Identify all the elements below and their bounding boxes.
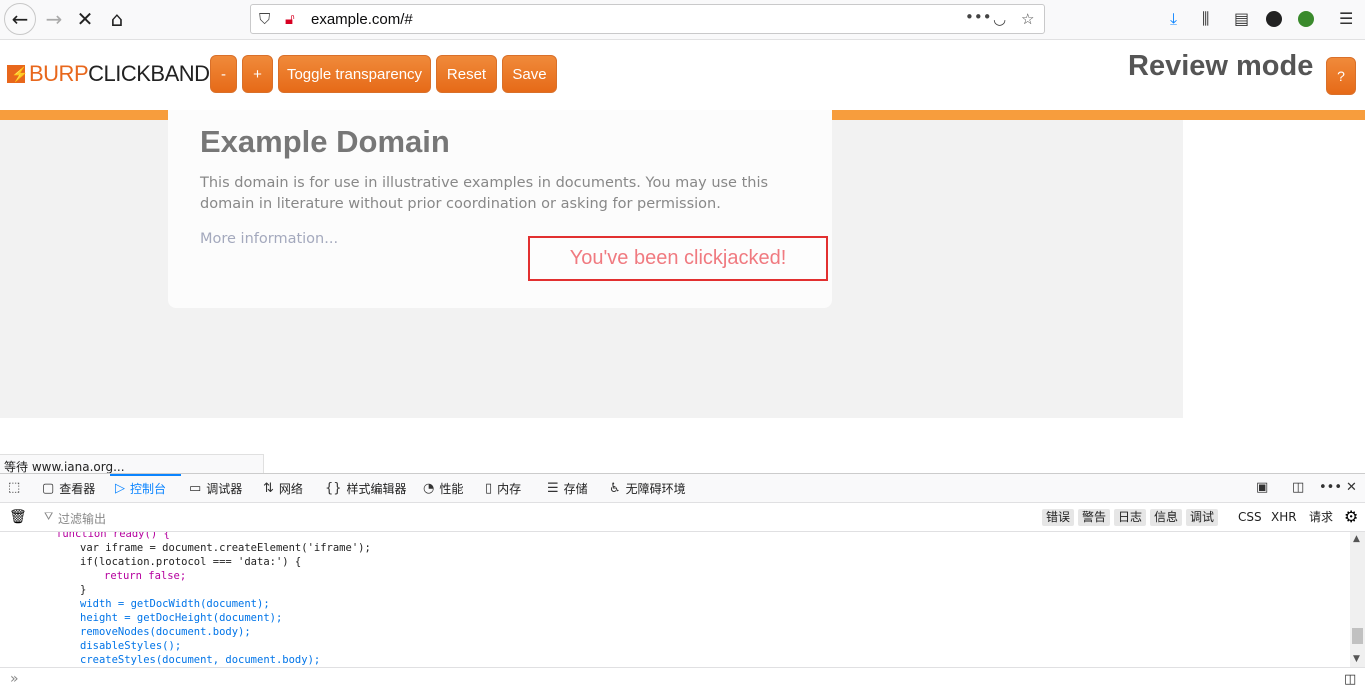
filter-errors[interactable]: 错误: [1042, 509, 1075, 526]
memory-chip-icon: ▯: [485, 481, 493, 496]
back-button[interactable]: ←: [4, 3, 36, 35]
code-line: height = getDocHeight(document);: [80, 612, 283, 624]
console-input[interactable]: » ◫: [0, 667, 1365, 691]
network-icon: ⇅: [263, 481, 274, 496]
code-line: var iframe = document.createElement('ifr…: [80, 542, 371, 554]
console-filter-bar: 🗑︎ ⛛ 过滤输出 错误 警告 日志 信息 调试 CSS XHR 请求 ⚙: [0, 503, 1365, 532]
prompt-chevron-icon: »: [10, 671, 19, 687]
element-picker-icon[interactable]: ⬚: [8, 480, 20, 495]
more-info-link[interactable]: More information...: [200, 231, 338, 247]
reset-button[interactable]: Reset: [436, 55, 497, 93]
tab-inspector[interactable]: ▢ 查看器: [42, 480, 95, 497]
filter-debug[interactable]: 调试: [1186, 509, 1219, 526]
logo-text-burp: BURP: [29, 61, 89, 86]
console-scrollbar[interactable]: ▲ ▼: [1350, 532, 1365, 667]
tab-style-editor[interactable]: {} 样式编辑器: [325, 480, 407, 497]
code-line: if(location.protocol === 'data:') {: [80, 556, 302, 568]
shield-icon[interactable]: ⛉: [259, 10, 270, 28]
logo-text-clickbandit: CLICKBANDIT: [88, 61, 229, 86]
code-line: disableStyles();: [80, 640, 182, 652]
save-button[interactable]: Save: [502, 55, 557, 93]
toggle-transparency-button[interactable]: Toggle transparency: [278, 55, 431, 93]
devtools-tabbar: ⬚ ▢ 查看器 ▷ 控制台 ▭ 调试器 ⇅ 网络 {} 样式编辑器 ◔ 性能 ▯ 内存 ☰ 存储…: [0, 474, 1365, 503]
accessibility-icon: ♿︎: [609, 481, 621, 496]
active-tab-indicator: [110, 474, 181, 476]
filter-logs[interactable]: 日志: [1114, 509, 1147, 526]
inspector-icon: ▢: [42, 481, 55, 496]
home-button[interactable]: ⌂: [101, 4, 133, 34]
settings-gear-icon[interactable]: ⚙: [1344, 507, 1358, 526]
lightning-logo-icon: ⚡: [7, 65, 28, 83]
filter-funnel-icon: ⛛: [44, 510, 54, 523]
clickbandit-logo: ⚡ BURP CLICKBANDIT: [7, 61, 229, 86]
trash-icon[interactable]: 🗑︎: [9, 509, 27, 525]
back-arrow-icon: ←: [11, 7, 29, 31]
scroll-thumb[interactable]: [1352, 628, 1363, 644]
code-line: function ready() {: [56, 532, 170, 540]
debugger-icon: ▭: [189, 481, 202, 496]
filter-input[interactable]: 过滤输出: [58, 510, 106, 527]
clickbandit-header: ⚡ BURP CLICKBANDIT - + Toggle transparenc…: [0, 40, 1365, 110]
page-description: This domain is for use in illustrative e…: [200, 175, 769, 212]
more-options-icon[interactable]: •••: [1319, 480, 1342, 495]
tab-memory[interactable]: ▯ 内存: [485, 480, 521, 497]
url-bar[interactable]: ⛉ 🔓︎ example.com/# ••• ◡ ☆: [250, 4, 1045, 34]
console-icon: ▷: [115, 481, 125, 496]
tab-console[interactable]: ▷ 控制台: [115, 480, 166, 497]
tab-accessibility[interactable]: ♿︎ 无障碍环境: [609, 480, 686, 497]
storage-icon: ☰: [547, 481, 559, 496]
stop-button[interactable]: ✕: [69, 4, 101, 34]
home-icon: ⌂: [110, 7, 124, 31]
filter-info[interactable]: 信息: [1150, 509, 1183, 526]
braces-icon: {}: [325, 481, 342, 496]
help-button[interactable]: ?: [1326, 57, 1356, 95]
devtools-panel: ⬚ ▢ 查看器 ▷ 控制台 ▭ 调试器 ⇅ 网络 {} 样式编辑器 ◔ 性能 ▯ 内存 ☰ 存储…: [0, 473, 1365, 691]
download-icon[interactable]: ⤓: [1170, 9, 1177, 29]
page-title: Example Domain: [200, 124, 450, 159]
zoom-out-button[interactable]: -: [210, 55, 237, 93]
status-text: 等待 www.iana.org...: [0, 454, 264, 474]
review-mode-label: Review mode: [1128, 50, 1314, 82]
editor-mode-icon[interactable]: ◫: [1344, 672, 1356, 687]
stop-x-icon: ✕: [76, 7, 94, 31]
forward-arrow-icon: →: [45, 7, 63, 31]
filter-warnings[interactable]: 警告: [1078, 509, 1111, 526]
filter-css[interactable]: CSS: [1234, 509, 1266, 526]
code-line: width = getDocWidth(document);: [80, 598, 270, 610]
url-text[interactable]: example.com/#: [311, 11, 413, 28]
zoom-in-button[interactable]: +: [242, 55, 273, 93]
scroll-up-icon[interactable]: ▲: [1353, 534, 1360, 544]
dock-options-icon[interactable]: ◫: [1292, 480, 1304, 495]
extension-green-icon[interactable]: [1298, 11, 1314, 27]
gauge-icon: ◔: [423, 481, 435, 496]
code-line: createStyles(document, document.body);: [80, 654, 321, 666]
menu-hamburger-icon[interactable]: ☰: [1339, 9, 1353, 28]
browser-toolbar: ← → ✕ ⌂ ⛉ 🔓︎ example.com/# ••• ◡ ☆ ⤓ ⫼ ▤…: [0, 0, 1365, 40]
code-line: removeNodes(document.body);: [80, 626, 251, 638]
insecure-lock-icon[interactable]: 🔓︎: [285, 10, 295, 28]
tab-network[interactable]: ⇅ 网络: [263, 480, 303, 497]
forward-button[interactable]: →: [38, 4, 70, 34]
bookmark-star-icon[interactable]: ☆: [1021, 10, 1034, 28]
code-line: }: [80, 584, 87, 596]
pocket-icon[interactable]: ◡: [993, 10, 1006, 28]
extension-dark-icon[interactable]: [1266, 11, 1282, 27]
tab-performance[interactable]: ◔ 性能: [423, 480, 463, 497]
filter-xhr[interactable]: XHR: [1267, 509, 1301, 526]
code-line: return false;: [104, 570, 187, 582]
scroll-down-icon[interactable]: ▼: [1353, 654, 1360, 664]
tab-storage[interactable]: ☰ 存储: [547, 480, 588, 497]
library-icon[interactable]: ⫼: [1202, 9, 1209, 29]
console-output: function ready() { var iframe = document…: [0, 532, 1350, 667]
split-console-icon[interactable]: ▣: [1256, 480, 1268, 495]
sidebar-icon[interactable]: ▤: [1234, 9, 1249, 28]
more-actions-icon[interactable]: •••: [965, 8, 992, 26]
tab-debugger[interactable]: ▭ 调试器: [189, 480, 242, 497]
filter-requests[interactable]: 请求: [1305, 509, 1337, 526]
close-devtools-icon[interactable]: ✕: [1346, 480, 1357, 495]
clickjack-target[interactable]: You've been clickjacked!: [528, 236, 828, 281]
